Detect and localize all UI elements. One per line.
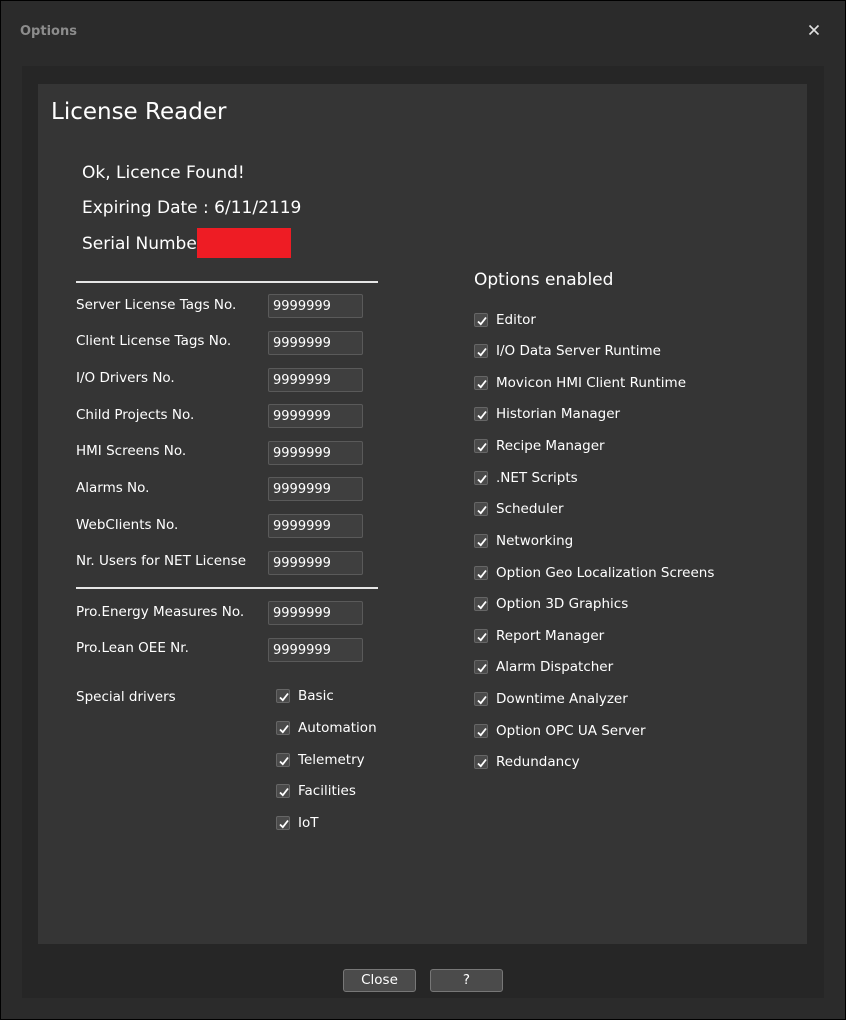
checkbox-label: Movicon HMI Client Runtime bbox=[496, 375, 687, 391]
checkbox-box[interactable] bbox=[474, 534, 488, 548]
field-label-alarms: Alarms No. bbox=[76, 480, 150, 496]
field-label-energy-measures: Pro.Energy Measures No. bbox=[76, 604, 245, 620]
checkbox-label: Recipe Manager bbox=[496, 438, 605, 454]
check-icon bbox=[279, 819, 289, 829]
check-icon bbox=[477, 379, 487, 389]
checkbox-box[interactable] bbox=[474, 755, 488, 769]
checkbox-label: Networking bbox=[496, 533, 574, 549]
options-enabled-title: Options enabled bbox=[474, 270, 614, 290]
check-icon bbox=[477, 600, 487, 610]
check-icon bbox=[279, 787, 289, 797]
checkbox-label: Editor bbox=[496, 312, 536, 328]
checkbox-box[interactable] bbox=[474, 407, 488, 421]
net-users-field[interactable]: 9999999 bbox=[268, 551, 363, 575]
child-projects-field[interactable]: 9999999 bbox=[268, 404, 363, 428]
check-icon bbox=[477, 505, 487, 515]
checkbox-label: Option Geo Localization Screens bbox=[496, 565, 715, 581]
checkbox-box[interactable] bbox=[474, 629, 488, 643]
checkbox-label: Automation bbox=[298, 720, 377, 736]
help-button[interactable]: ? bbox=[430, 969, 503, 992]
field-label-server-tags: Server License Tags No. bbox=[76, 297, 237, 313]
field-label-hmi-screens: HMI Screens No. bbox=[76, 443, 187, 459]
lean-oee-field[interactable]: 9999999 bbox=[268, 638, 363, 662]
checkbox-label: IoT bbox=[298, 815, 319, 831]
checkbox-box[interactable] bbox=[276, 689, 290, 703]
page-title: License Reader bbox=[51, 99, 227, 125]
field-label-net-users: Nr. Users for NET License bbox=[76, 553, 247, 569]
energy-measures-field[interactable]: 9999999 bbox=[268, 601, 363, 625]
checkbox-label: Report Manager bbox=[496, 628, 605, 644]
checkbox-box[interactable] bbox=[474, 660, 488, 674]
checkbox-box[interactable] bbox=[474, 376, 488, 390]
checkbox-label: I/O Data Server Runtime bbox=[496, 343, 661, 359]
special-drivers-label: Special drivers bbox=[76, 689, 176, 705]
divider-bottom bbox=[76, 587, 378, 589]
check-icon bbox=[279, 692, 289, 702]
checkbox-box[interactable] bbox=[474, 313, 488, 327]
check-icon bbox=[477, 632, 487, 642]
checkbox-box[interactable] bbox=[474, 439, 488, 453]
serial-number-label: Serial Number bbox=[82, 234, 204, 254]
checkbox-box[interactable] bbox=[474, 597, 488, 611]
check-icon bbox=[477, 316, 487, 326]
checkbox-box[interactable] bbox=[276, 753, 290, 767]
check-icon bbox=[477, 663, 487, 673]
alarms-field[interactable]: 9999999 bbox=[268, 477, 363, 501]
field-label-child-projects: Child Projects No. bbox=[76, 407, 195, 423]
hmi-screens-field[interactable]: 9999999 bbox=[268, 441, 363, 465]
io-drivers-field[interactable]: 9999999 bbox=[268, 368, 363, 392]
field-label-io-drivers: I/O Drivers No. bbox=[76, 370, 175, 386]
checkbox-box[interactable] bbox=[474, 724, 488, 738]
check-icon bbox=[477, 410, 487, 420]
field-label-client-tags: Client License Tags No. bbox=[76, 333, 232, 349]
check-icon bbox=[477, 347, 487, 357]
checkbox-label: Historian Manager bbox=[496, 406, 621, 422]
window-title: Options bbox=[20, 24, 77, 39]
serial-number-redaction bbox=[197, 228, 291, 258]
divider-top bbox=[76, 281, 378, 283]
check-icon bbox=[477, 537, 487, 547]
checkbox-label: Option OPC UA Server bbox=[496, 723, 646, 739]
license-status: Ok, Licence Found! bbox=[82, 163, 245, 183]
checkbox-label: Option 3D Graphics bbox=[496, 596, 629, 612]
checkbox-label: Downtime Analyzer bbox=[496, 691, 628, 707]
check-icon bbox=[477, 569, 487, 579]
checkbox-label: Basic bbox=[298, 688, 334, 704]
checkbox-box[interactable] bbox=[474, 502, 488, 516]
checkbox-box[interactable] bbox=[276, 784, 290, 798]
checkbox-label: .NET Scripts bbox=[496, 470, 578, 486]
checkbox-box[interactable] bbox=[474, 566, 488, 580]
checkbox-box[interactable] bbox=[276, 721, 290, 735]
checkbox-box[interactable] bbox=[474, 692, 488, 706]
expiring-date: Expiring Date : 6/11/2119 bbox=[82, 198, 302, 218]
checkbox-label: Scheduler bbox=[496, 501, 564, 517]
server-tags-field[interactable]: 9999999 bbox=[268, 294, 363, 318]
field-label-lean-oee: Pro.Lean OEE Nr. bbox=[76, 640, 189, 656]
title-bar: Options bbox=[1, 1, 845, 63]
checkbox-box[interactable] bbox=[276, 816, 290, 830]
checkbox-label: Redundancy bbox=[496, 754, 580, 770]
check-icon bbox=[477, 727, 487, 737]
client-tags-field[interactable]: 9999999 bbox=[268, 331, 363, 355]
checkbox-label: Alarm Dispatcher bbox=[496, 659, 614, 675]
check-icon bbox=[279, 724, 289, 734]
check-icon bbox=[279, 756, 289, 766]
checkbox-box[interactable] bbox=[474, 344, 488, 358]
check-icon bbox=[477, 695, 487, 705]
checkbox-box[interactable] bbox=[474, 471, 488, 485]
checkbox-label: Facilities bbox=[298, 783, 356, 799]
check-icon bbox=[477, 442, 487, 452]
field-label-webclients: WebClients No. bbox=[76, 517, 179, 533]
check-icon bbox=[477, 474, 487, 484]
close-icon[interactable] bbox=[807, 23, 821, 37]
check-icon bbox=[477, 758, 487, 768]
webclients-field[interactable]: 9999999 bbox=[268, 514, 363, 538]
close-button[interactable]: Close bbox=[343, 969, 416, 992]
checkbox-label: Telemetry bbox=[298, 752, 365, 768]
